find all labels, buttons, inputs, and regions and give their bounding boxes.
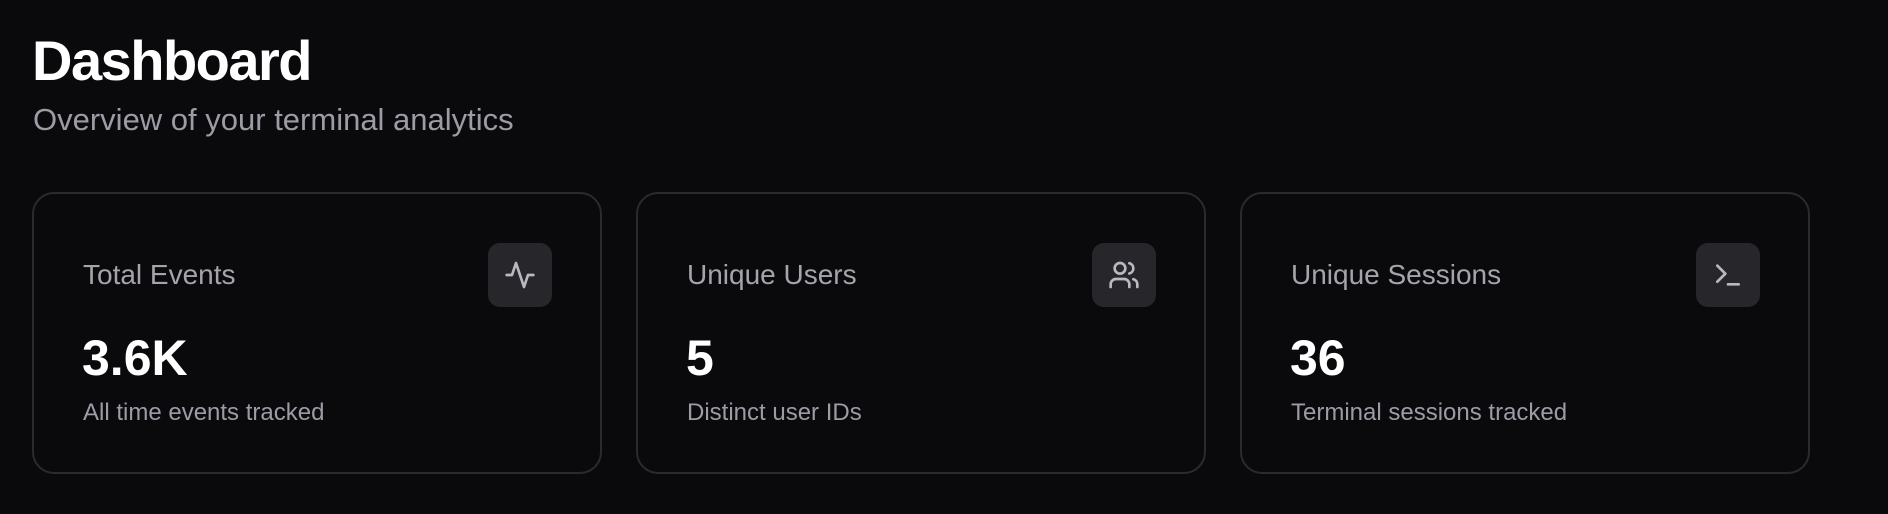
users-icon	[1092, 243, 1156, 307]
card-caption: Terminal sessions tracked	[1291, 399, 1568, 426]
stat-card-total-events: Total Events 3.6K All time events tracke…	[32, 192, 602, 474]
page-title: Dashboard	[32, 29, 313, 92]
card-title: Unique Sessions	[1291, 259, 1502, 290]
stat-card-unique-sessions: Unique Sessions 36 Terminal sessions tra…	[1240, 192, 1810, 474]
card-title: Total Events	[83, 259, 236, 290]
stat-card-unique-users: Unique Users 5 Distinct user IDs	[636, 192, 1206, 474]
terminal-icon	[1696, 243, 1760, 307]
stat-cards: Total Events 3.6K All time events tracke…	[32, 192, 1810, 474]
card-value: 3.6K	[82, 330, 188, 386]
page-subtitle: Overview of your terminal analytics	[33, 102, 514, 137]
card-caption: All time events tracked	[83, 399, 325, 426]
card-title: Unique Users	[687, 259, 857, 290]
card-caption: Distinct user IDs	[687, 399, 862, 426]
activity-icon	[488, 243, 552, 307]
card-value: 36	[1290, 330, 1346, 386]
card-value: 5	[686, 330, 714, 386]
